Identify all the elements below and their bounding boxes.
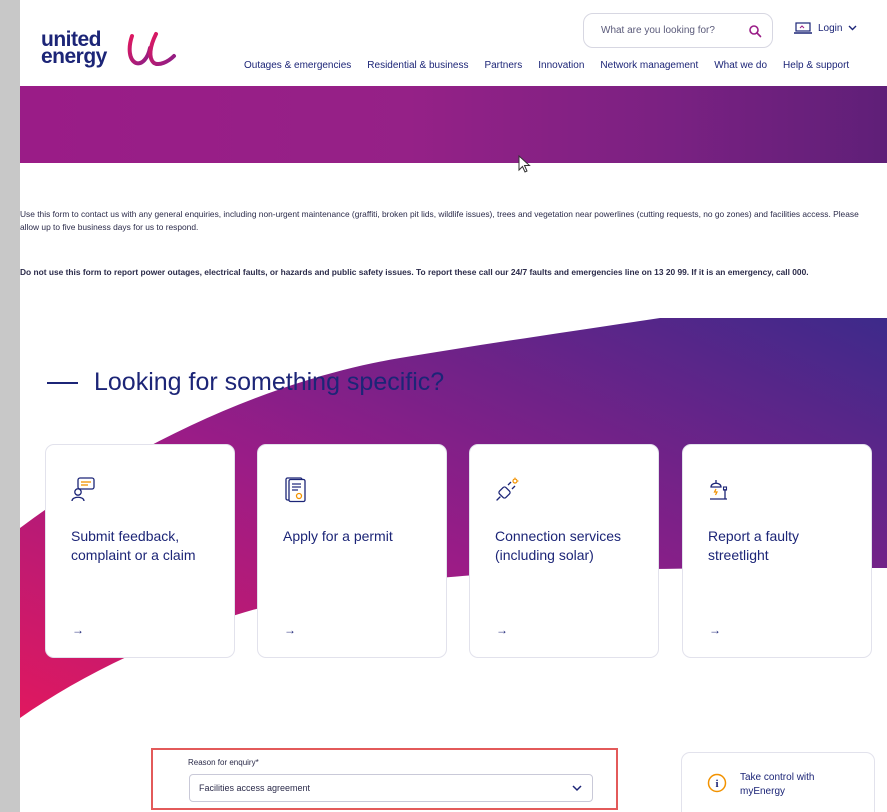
reason-label: Reason for enquiry* (188, 758, 259, 767)
section-title-text: Looking for something specific? (94, 368, 445, 396)
mouse-cursor-icon (518, 155, 531, 173)
nav-residential-business[interactable]: Residential & business (367, 60, 468, 71)
info-icon: i (707, 773, 727, 793)
logo-mark-icon (127, 32, 176, 67)
card-apply-permit[interactable]: Apply for a permit → (257, 444, 447, 658)
search-box[interactable] (583, 13, 773, 48)
nav-what-we-do[interactable]: What we do (714, 60, 767, 71)
permit-icon (285, 477, 306, 503)
card-title: Apply for a permit (283, 528, 393, 544)
nav-outages-emergencies[interactable]: Outages & emergencies (244, 60, 351, 71)
arrow-right-icon[interactable]: → (284, 623, 296, 637)
nav-innovation[interactable]: Innovation (538, 60, 584, 71)
search-input[interactable] (599, 24, 733, 37)
title-dash (47, 381, 78, 384)
arrow-right-icon[interactable]: → (709, 623, 721, 637)
svg-text:i: i (715, 778, 718, 790)
reason-selected-value: Facilities access agreement (199, 783, 311, 793)
warning-text: Do not use this form to report power out… (20, 267, 809, 277)
nav-network-management[interactable]: Network management (600, 60, 698, 71)
logo-text: united energy (41, 29, 107, 68)
login-label: Login (818, 22, 843, 34)
arrow-right-icon[interactable]: → (496, 623, 508, 637)
page: united energy Login (20, 0, 887, 812)
login-button[interactable]: Login (794, 22, 857, 34)
nav-help-support[interactable]: Help & support (783, 60, 849, 71)
search-icon[interactable] (748, 24, 762, 38)
section-title: Looking for something specific? (47, 368, 444, 397)
card-submit-feedback[interactable]: Submit feedback, complaint or a claim → (45, 444, 235, 658)
hero-banner (20, 86, 887, 163)
logo-text-line2: energy (41, 45, 107, 68)
chevron-down-icon (848, 25, 857, 31)
united-energy-logo[interactable]: united energy (41, 29, 181, 74)
myenergy-card[interactable]: i Take control with myEnergy (681, 752, 875, 812)
main-nav: Outages & emergencies Residential & busi… (244, 60, 849, 71)
arrow-right-icon[interactable]: → (72, 623, 84, 637)
reason-for-enquiry-field: Reason for enquiry* Facilities access ag… (151, 748, 618, 810)
nav-partners[interactable]: Partners (484, 60, 522, 71)
card-faulty-streetlight[interactable]: Report a faulty streetlight → (682, 444, 872, 658)
chevron-down-icon (572, 785, 582, 792)
reason-select[interactable]: Facilities access agreement (189, 774, 593, 802)
laptop-icon (794, 22, 812, 34)
card-title: Report a faulty streetlight (708, 528, 800, 563)
feedback-icon (71, 477, 95, 502)
card-title: Submit feedback, complaint or a claim (71, 528, 196, 563)
intro-text: Use this form to contact us with any gen… (20, 209, 859, 232)
card-title: Connection services (including solar) (495, 528, 622, 563)
plug-icon (496, 477, 519, 501)
card-connection-services[interactable]: Connection services (including solar) → (469, 444, 659, 658)
myenergy-text: Take control with myEnergy (740, 772, 815, 797)
streetlight-icon (710, 480, 728, 500)
